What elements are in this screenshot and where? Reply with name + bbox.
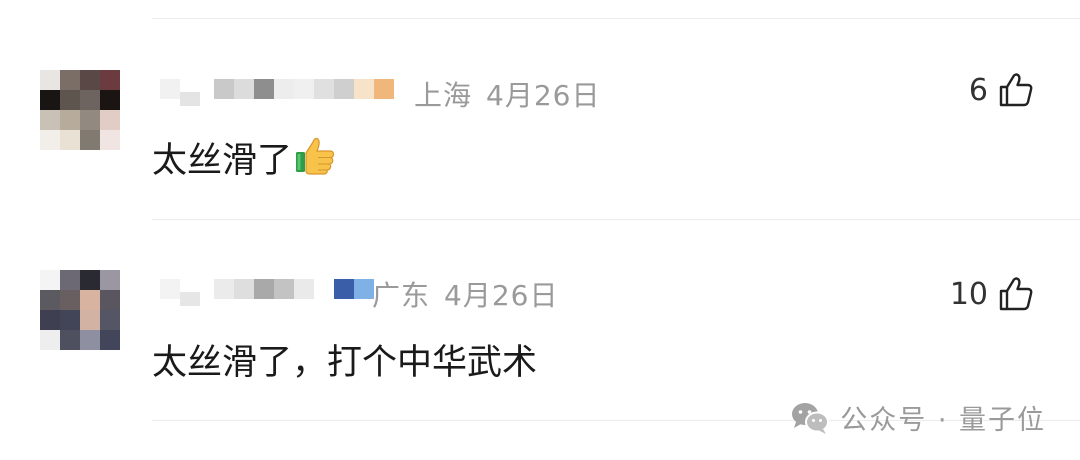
avatar[interactable] (40, 270, 120, 350)
thumbs-up-emoji-icon (294, 134, 338, 185)
like-count: 6 (968, 72, 988, 108)
username-blurred[interactable] (160, 68, 394, 110)
comment-date: 4月26日 (486, 79, 601, 112)
divider-top (152, 18, 1080, 19)
comment-item: 广东 4月26日 太丝滑了，打个中华武术 10 (0, 240, 1080, 390)
comment-meta: 广东 4月26日 (372, 274, 558, 314)
comment-location: 广东 (372, 279, 431, 312)
comment-item: 上海 4月26日 太丝滑了 6 (0, 40, 1080, 190)
comment-location: 上海 (414, 79, 473, 112)
comment-text-content: 太丝滑了 (152, 141, 293, 181)
comment-date: 4月26日 (444, 279, 559, 312)
thumbs-up-icon (999, 277, 1033, 311)
comment-meta: 上海 4月26日 (414, 74, 600, 114)
watermark-label: 公众号 · 量子位 (840, 405, 1046, 436)
comment-text-content: 太丝滑了，打个中华武术 (152, 343, 538, 383)
watermark: 公众号 · 量子位 (790, 398, 1046, 437)
like-count: 10 (949, 276, 988, 312)
comment-text: 太丝滑了，打个中华武术 (152, 334, 537, 385)
divider-middle (152, 219, 1080, 220)
like-button[interactable]: 6 (969, 72, 1034, 108)
username-blurred[interactable] (160, 268, 374, 310)
thumbs-up-icon (999, 73, 1033, 107)
wechat-icon (792, 402, 830, 434)
avatar[interactable] (40, 70, 120, 150)
like-button[interactable]: 10 (950, 276, 1034, 312)
comment-text: 太丝滑了 (152, 132, 338, 185)
